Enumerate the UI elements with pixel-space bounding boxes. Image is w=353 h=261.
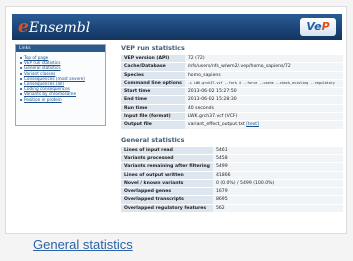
row-value: 1679 [212,187,343,196]
row-value: 562 [212,204,343,213]
row-key: Novel / known variants [121,179,213,188]
row-value: 5499 [212,162,343,172]
row-value: 40 seconds [184,104,343,113]
vep-badge-accent: P [321,20,330,33]
run-stats-title: VEP run statistics [121,44,185,52]
output-file-name: variant_effect_output.txt [187,122,245,128]
row-value: 0 (0.0%) / 5499 (100.0%) [212,179,343,188]
row-key: Start time [121,87,185,96]
ensembl-logo[interactable]: eEnsembl [18,17,90,37]
row-value: 8695 [212,195,343,205]
run-stats-table: VEP version (API) 72 (72) Cache/Database… [121,55,343,130]
sidebar-title: Links [16,45,105,52]
general-stats-title: General statistics [121,135,185,144]
table-row: Variants remaining after filtering 5499 [121,162,343,172]
row-key: Variants processed [121,154,213,163]
table-row: Run time 40 seconds [121,104,343,113]
row-key: Overlapped regulatory features [121,204,213,213]
row-value: 72 (72) [184,55,343,63]
table-row: Novel / known variants 0 (0.0%) / 5499 (… [121,179,343,188]
table-row: VEP version (API) 72 (72) [121,55,343,63]
page-screenshot-frame: eEnsembl VeP Links Top of page VEP run s… [5,6,347,234]
vep-badge-main: Ve [306,20,322,33]
main-content: VEP run statistics VEP version (API) 72 … [121,44,343,213]
row-key: End time [121,95,185,105]
row-value: variant_effect_output.txt [text] [184,120,343,130]
row-value: homo_sapiens [184,71,343,80]
row-key: VEP version (API) [121,55,185,63]
row-key: Species [121,71,185,80]
table-row: Lines of input read 5461 [121,146,343,155]
table-row: Command line options -i LWK.grch37.vcf -… [121,79,343,88]
sidebar-link-list: Top of page VEP run statistics General s… [16,52,105,102]
row-key: Lines of output written [121,171,213,180]
table-row: Input file (format) LWK.grch37.vcf (VCF) [121,112,343,121]
table-row: Overlapped genes 1679 [121,187,343,196]
table-row: Output file variant_effect_output.txt [t… [121,120,343,130]
row-key: Lines of input read [121,146,213,155]
row-key: Output file [121,120,185,130]
row-value: /nfs/users/nfs_w/wm2/.vep/homo_sapiens/7… [184,62,343,72]
table-row: Variants processed 5458 [121,154,343,163]
row-key: Command line options [121,79,185,88]
output-file-text-link[interactable]: [text] [246,122,259,127]
general-statistics-caption-link[interactable]: General statistics [33,236,133,254]
row-key: Input file (format) [121,112,185,121]
ensembl-logo-text: Ensembl [28,20,91,36]
table-row: Cache/Database /nfs/users/nfs_w/wm2/.vep… [121,62,343,72]
table-row: End time 2013-06-02 15:28:30 [121,95,343,105]
row-value: 5461 [212,146,343,155]
table-row: Overlapped transcripts 8695 [121,195,343,205]
vep-logo-badge: VeP [300,18,336,36]
row-value: LWK.grch37.vcf (VCF) [184,112,343,121]
ensembl-header-bar: eEnsembl VeP [12,14,342,40]
row-key: Overlapped genes [121,187,213,196]
row-value: 5458 [212,154,343,163]
row-key: Cache/Database [121,62,185,72]
row-key: Overlapped transcripts [121,195,213,205]
table-row: Start time 2013-06-02 15:27:50 [121,87,343,96]
table-row: Overlapped regulatory features 562 [121,204,343,213]
row-value: -i LWK.grch37.vcf --fork 4 --force --cac… [184,79,343,88]
sidebar-link-position-in-protein[interactable]: Position in protein [20,97,105,102]
row-key: Run time [121,104,185,113]
row-value: 2013-06-02 15:28:30 [184,95,343,105]
table-row: Lines of output written 41866 [121,171,343,180]
table-row: Species homo_sapiens [121,71,343,80]
general-stats-table: Lines of input read 5461 Variants proces… [121,146,343,213]
links-sidebar: Links Top of page VEP run statistics Gen… [15,44,106,126]
row-value: 2013-06-02 15:27:50 [184,87,343,96]
row-value: 41866 [212,171,343,180]
row-key: Variants remaining after filtering [121,162,213,172]
ensembl-logo-mark: e [18,17,29,37]
